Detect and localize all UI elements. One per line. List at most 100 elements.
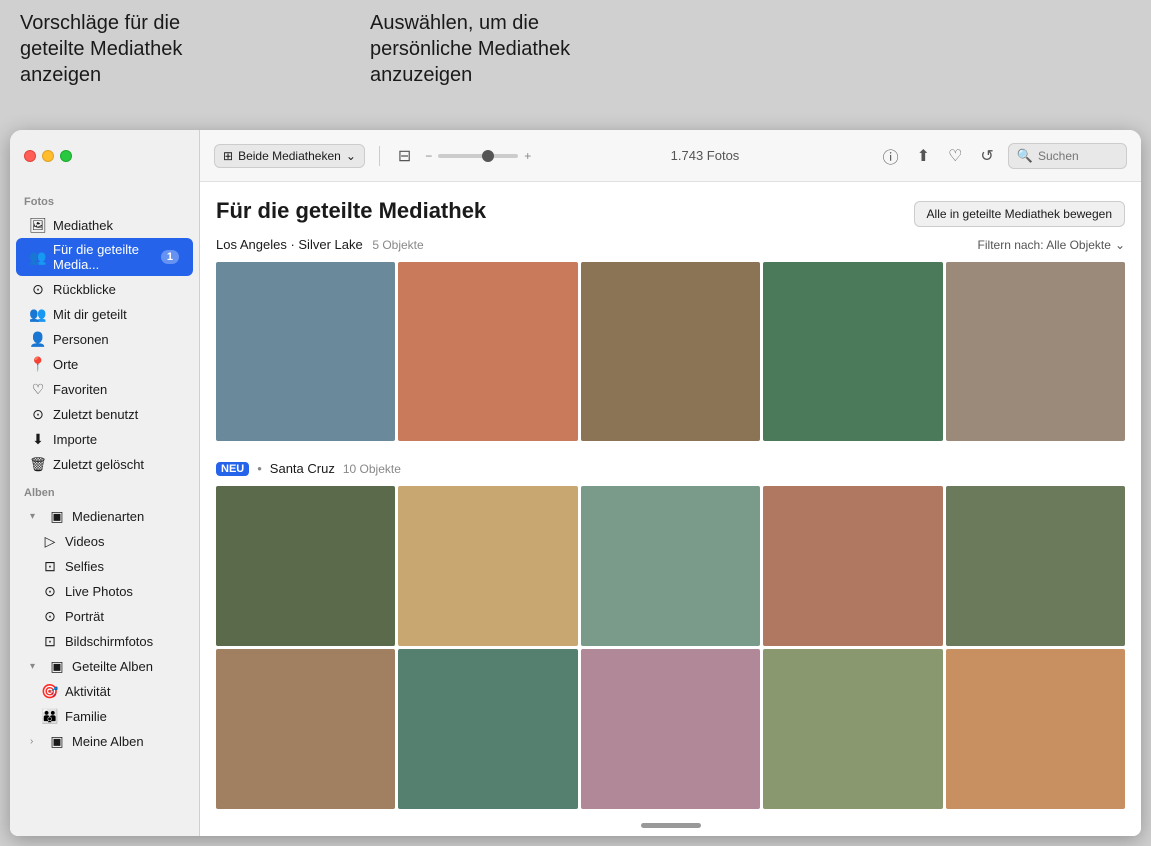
photo-cell[interactable] bbox=[946, 649, 1125, 809]
traffic-lights bbox=[24, 150, 72, 162]
sidebar-item-importe[interactable]: ⬇ Importe bbox=[16, 427, 193, 451]
annotation-area: Vorschläge für diegeteilte Mediathekanze… bbox=[0, 0, 1151, 130]
photo-cell[interactable] bbox=[581, 262, 760, 441]
library-selector-icon: ⊞ bbox=[223, 149, 233, 163]
photo-cell[interactable] bbox=[398, 486, 577, 646]
toolbar: ⊞ Beide Mediatheken ⌄ ⊟ − + 1.743 Fotos … bbox=[200, 130, 1141, 182]
sidebar-item-familie[interactable]: 👪 Familie bbox=[16, 704, 193, 728]
portraet-label: Porträt bbox=[65, 609, 179, 624]
sidebar-item-bildschirmfotos[interactable]: ⊡ Bildschirmfotos bbox=[16, 629, 193, 653]
favoriten-label: Favoriten bbox=[53, 382, 179, 397]
share-button[interactable]: ⬆ bbox=[913, 144, 934, 168]
medienarten-disclosure: ▾ bbox=[30, 511, 42, 522]
sidebar-item-favoriten[interactable]: ♡ Favoriten bbox=[16, 377, 193, 401]
neu-section-header: NEU • Santa Cruz 10 Objekte bbox=[216, 461, 1125, 476]
photo-grid-2-row1 bbox=[216, 486, 1125, 646]
toolbar-separator-1 bbox=[379, 146, 380, 166]
location-info-1: Los Angeles · Silver Lake 5 Objekte bbox=[216, 237, 424, 252]
zoom-slider[interactable] bbox=[438, 154, 518, 158]
zoom-thumb bbox=[482, 150, 494, 162]
geteilte-alben-disclosure: ▾ bbox=[30, 661, 42, 672]
selfies-icon: ⊡ bbox=[42, 558, 58, 574]
medienarten-label: Medienarten bbox=[72, 509, 179, 524]
location-name-1: Los Angeles · Silver Lake bbox=[216, 237, 363, 252]
geteilte-mediathek-icon: 👥 bbox=[30, 249, 46, 265]
favorite-button[interactable]: ♡ bbox=[944, 144, 966, 168]
fullscreen-button[interactable] bbox=[60, 150, 72, 162]
move-to-shared-button[interactable]: Alle in geteilte Mediathek bewegen bbox=[914, 201, 1125, 227]
filter-chevron: ⌄ bbox=[1115, 238, 1125, 252]
section-title: Für die geteilte Mediathek bbox=[216, 198, 486, 224]
geteilte-alben-label: Geteilte Alben bbox=[72, 659, 179, 674]
slideshow-button[interactable]: ⊟ bbox=[394, 144, 415, 168]
photo-cell[interactable] bbox=[216, 262, 395, 441]
sidebar-item-selfies[interactable]: ⊡ Selfies bbox=[16, 554, 193, 578]
sidebar-item-geteilte-mediathek[interactable]: 👥 Für die geteilte Media... 1 bbox=[16, 238, 193, 276]
photo-cell[interactable] bbox=[216, 649, 395, 809]
section-fotos-label: Fotos bbox=[10, 186, 199, 212]
sidebar-item-videos[interactable]: ▷ Videos bbox=[16, 529, 193, 553]
scrollbar-area bbox=[200, 828, 1141, 836]
favoriten-icon: ♡ bbox=[30, 381, 46, 397]
library-selector[interactable]: ⊞ Beide Mediatheken ⌄ bbox=[214, 144, 365, 168]
filter-label: Filtern nach: Alle Objekte bbox=[978, 238, 1111, 252]
photo-cell[interactable] bbox=[581, 486, 760, 646]
mit-dir-geteilt-label: Mit dir geteilt bbox=[53, 307, 179, 322]
photo-count: 1.743 Fotos bbox=[541, 148, 868, 163]
photo-cell[interactable] bbox=[398, 262, 577, 441]
importe-label: Importe bbox=[53, 432, 179, 447]
filter-control[interactable]: Filtern nach: Alle Objekte ⌄ bbox=[978, 238, 1125, 252]
sidebar: Fotos 🖼 Mediathek 👥 Für die geteilte Med… bbox=[10, 130, 200, 836]
neu-location: Santa Cruz bbox=[270, 461, 335, 476]
familie-label: Familie bbox=[65, 709, 179, 724]
neu-count: 10 Objekte bbox=[343, 462, 401, 476]
mit-dir-geteilt-icon: 👥 bbox=[30, 306, 46, 322]
orte-label: Orte bbox=[53, 357, 179, 372]
photo-cell[interactable] bbox=[763, 486, 942, 646]
sidebar-item-mit-dir-geteilt[interactable]: 👥 Mit dir geteilt bbox=[16, 302, 193, 326]
search-input[interactable] bbox=[1038, 149, 1118, 163]
photo-cell[interactable] bbox=[763, 649, 942, 809]
aktivitaet-icon: 🎯 bbox=[42, 683, 58, 699]
sidebar-item-mediathek[interactable]: 🖼 Mediathek bbox=[16, 213, 193, 237]
zoom-minus[interactable]: − bbox=[425, 149, 432, 163]
neu-badge: NEU bbox=[216, 462, 249, 476]
photo-cell[interactable] bbox=[946, 262, 1125, 441]
location-count-1: 5 Objekte bbox=[372, 238, 423, 252]
info-button[interactable]: ⓘ bbox=[879, 142, 903, 170]
bildschirmfotos-label: Bildschirmfotos bbox=[65, 634, 179, 649]
sidebar-item-live-photos[interactable]: ⊙ Live Photos bbox=[16, 579, 193, 603]
main-content: ⊞ Beide Mediatheken ⌄ ⊟ − + 1.743 Fotos … bbox=[200, 130, 1141, 836]
sidebar-item-zuletzt-geloescht[interactable]: 🗑 Zuletzt gelöscht bbox=[16, 452, 193, 476]
sidebar-item-rueckblicke[interactable]: ⊙ Rückblicke bbox=[16, 277, 193, 301]
search-field[interactable]: 🔍 bbox=[1008, 143, 1127, 169]
section-header: Für die geteilte Mediathek Alle in getei… bbox=[216, 198, 1125, 227]
rotate-button[interactable]: ↺ bbox=[976, 144, 997, 168]
personen-icon: 👤 bbox=[30, 331, 46, 347]
videos-icon: ▷ bbox=[42, 533, 58, 549]
zuletzt-benutzt-label: Zuletzt benutzt bbox=[53, 407, 179, 422]
photo-cell[interactable] bbox=[763, 262, 942, 441]
library-selector-chevron: ⌄ bbox=[346, 149, 356, 163]
sidebar-item-orte[interactable]: 📍 Orte bbox=[16, 352, 193, 376]
photo-cell[interactable] bbox=[946, 486, 1125, 646]
zoom-plus[interactable]: + bbox=[524, 149, 531, 163]
search-icon: 🔍 bbox=[1017, 148, 1033, 164]
sidebar-item-portraet[interactable]: ⊙ Porträt bbox=[16, 604, 193, 628]
sidebar-item-geteilte-alben[interactable]: ▾ ▣ Geteilte Alben bbox=[16, 654, 193, 678]
photo-cell[interactable] bbox=[216, 486, 395, 646]
annotation-right-text: Auswählen, um diepersönliche Mediathekan… bbox=[370, 12, 570, 86]
medienarten-icon: ▣ bbox=[49, 508, 65, 524]
photo-cell[interactable] bbox=[581, 649, 760, 809]
sidebar-item-aktivitaet[interactable]: 🎯 Aktivität bbox=[16, 679, 193, 703]
sidebar-item-personen[interactable]: 👤 Personen bbox=[16, 327, 193, 351]
zuletzt-geloescht-icon: 🗑 bbox=[30, 456, 46, 472]
close-button[interactable] bbox=[24, 150, 36, 162]
rueckblicke-label: Rückblicke bbox=[53, 282, 179, 297]
scrollbar-thumb[interactable] bbox=[641, 823, 701, 828]
photo-cell[interactable] bbox=[398, 649, 577, 809]
sidebar-item-meine-alben[interactable]: › ▣ Meine Alben bbox=[16, 729, 193, 753]
minimize-button[interactable] bbox=[42, 150, 54, 162]
sidebar-item-zuletzt-benutzt[interactable]: ⊙ Zuletzt benutzt bbox=[16, 402, 193, 426]
sidebar-item-medienarten[interactable]: ▾ ▣ Medienarten bbox=[16, 504, 193, 528]
